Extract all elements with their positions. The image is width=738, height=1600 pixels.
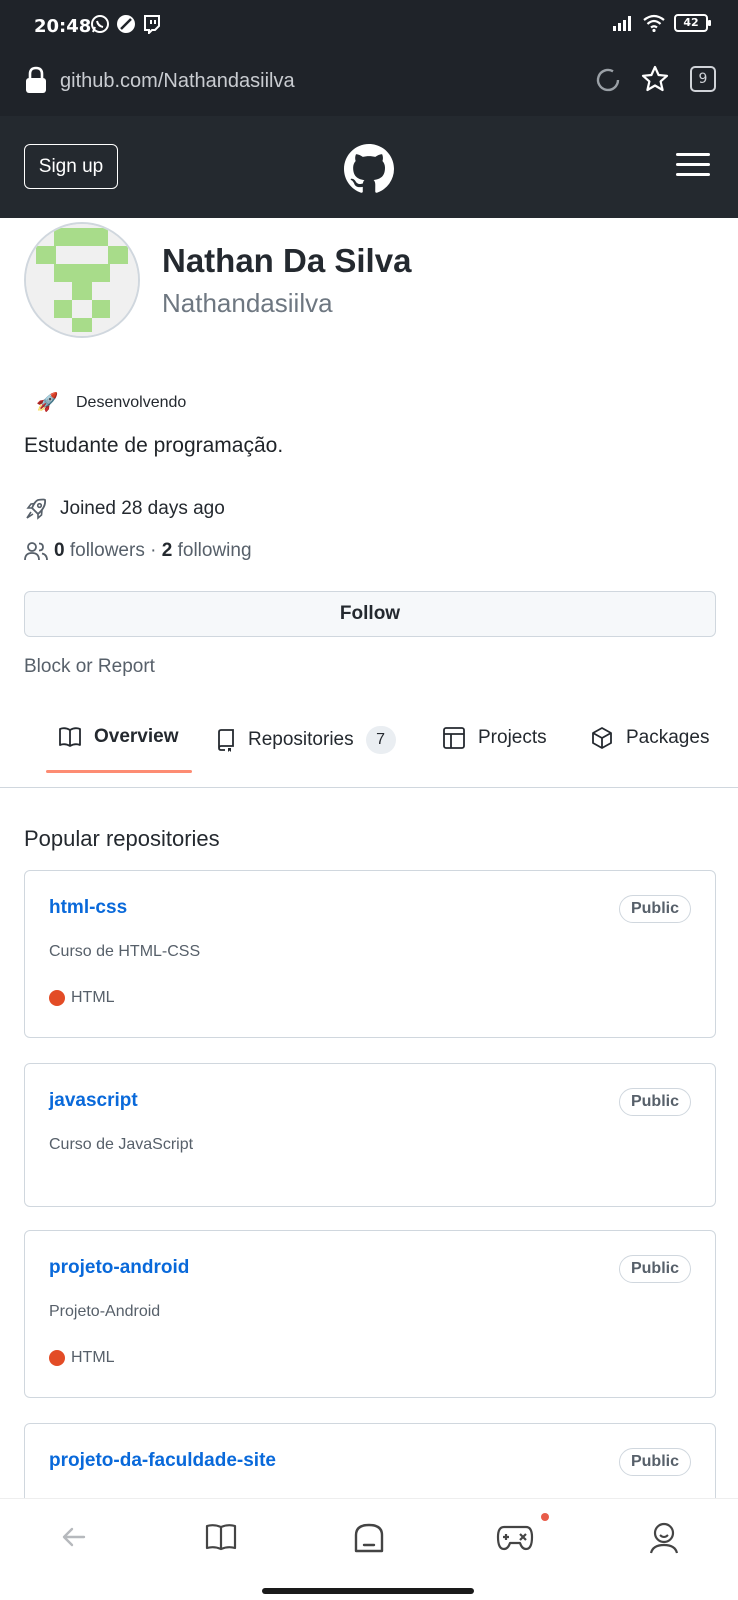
tab-projects-label: Projects — [478, 727, 547, 748]
visibility-badge: Public — [618, 895, 691, 923]
following-count[interactable]: 2 — [162, 540, 173, 562]
profile-bio: Estudante de programação. — [24, 434, 284, 457]
block-or-report-link[interactable]: Block or Report — [24, 656, 155, 678]
tab-overview[interactable]: Overview — [58, 726, 179, 748]
language-color-dot — [49, 1350, 65, 1366]
browser-url-bar: github.com/Nathandasiilva 9 — [0, 50, 738, 116]
gesture-home-bar[interactable] — [262, 1588, 474, 1594]
tab-packages-label: Packages — [626, 727, 710, 748]
url-text[interactable]: github.com/Nathandasiilva — [60, 70, 295, 93]
active-tab-indicator — [46, 770, 192, 773]
tab-packages[interactable]: Packages — [590, 726, 709, 750]
popular-repositories-heading: Popular repositories — [24, 826, 220, 851]
reload-icon[interactable] — [594, 66, 622, 94]
repo-description: Projeto-Android — [49, 1303, 161, 1320]
status-bar: 20:48 42 — [0, 0, 738, 50]
wifi-icon — [643, 14, 665, 32]
tab-overview-label: Overview — [94, 726, 179, 747]
follow-button[interactable]: Follow — [24, 591, 716, 637]
visibility-badge: Public — [618, 1448, 691, 1476]
language-label: HTML — [71, 989, 115, 1006]
lock-icon — [26, 66, 46, 93]
repo-card: html-css Public Curso de HTML-CSS HTML — [24, 870, 716, 1038]
profile-username: Nathandasiilva — [162, 288, 333, 318]
profile-full-name: Nathan Da Silva — [162, 242, 412, 279]
clock: 20:48 — [34, 16, 92, 37]
language-label: HTML — [71, 1349, 115, 1366]
whatsapp-icon — [91, 15, 109, 33]
hamburger-icon[interactable] — [676, 152, 710, 178]
tab-count-button[interactable]: 9 — [690, 66, 716, 92]
repo-card: projeto-android Public Projeto-Android H… — [24, 1230, 716, 1398]
people-icon — [24, 542, 48, 561]
tab-projects[interactable]: Projects — [442, 726, 547, 750]
gamepad-icon[interactable] — [496, 1521, 534, 1553]
repo-language: HTML — [49, 989, 115, 1007]
repo-icon — [218, 729, 234, 752]
repo-name-link[interactable]: html-css — [49, 897, 127, 919]
signal-icon — [613, 16, 631, 31]
repo-card: javascript Public Curso de JavaScript — [24, 1063, 716, 1207]
visibility-badge: Public — [618, 1255, 691, 1283]
repo-name-link[interactable]: projeto-android — [49, 1257, 189, 1279]
follow-stats: 0 followers · 2 following — [24, 540, 252, 562]
blocked-icon — [117, 15, 135, 33]
account-icon[interactable] — [648, 1521, 680, 1555]
table-icon — [443, 727, 465, 749]
home-icon[interactable] — [352, 1521, 386, 1555]
visibility-badge: Public — [618, 1088, 691, 1116]
repositories-count-badge: 7 — [365, 726, 396, 754]
user-status: 🚀 Desenvolvendo — [36, 392, 186, 413]
battery-indicator: 42 — [674, 14, 711, 32]
status-emoji: 🚀 — [36, 392, 59, 412]
tab-repositories[interactable]: Repositories 7 — [216, 726, 396, 754]
github-header: Sign up — [0, 116, 738, 218]
joined-date: Joined 28 days ago — [24, 497, 225, 521]
rocket-icon — [26, 498, 47, 520]
language-color-dot — [49, 990, 65, 1006]
joined-text: Joined 28 days ago — [60, 498, 225, 519]
repo-language: HTML — [49, 1349, 115, 1367]
following-label[interactable]: following — [178, 540, 252, 562]
follow-separator: · — [150, 540, 157, 561]
repo-description: Curso de JavaScript — [49, 1136, 194, 1153]
notification-dot — [541, 1513, 549, 1521]
profile-tabs: Overview Repositories 7 Projects Package… — [0, 700, 738, 788]
repo-name-link[interactable]: projeto-da-faculdade-site — [49, 1450, 276, 1472]
status-text: Desenvolvendo — [76, 393, 187, 411]
back-arrow-icon[interactable] — [58, 1521, 90, 1553]
sign-up-button[interactable]: Sign up — [24, 144, 118, 189]
book-icon — [59, 727, 81, 747]
twitch-icon — [144, 15, 160, 34]
package-icon — [592, 727, 612, 749]
tab-repositories-label: Repositories — [248, 729, 354, 750]
followers-label[interactable]: followers — [70, 540, 145, 562]
browser-bottom-nav — [0, 1498, 738, 1600]
book-open-icon[interactable] — [204, 1521, 238, 1553]
repo-description: Curso de HTML-CSS — [49, 943, 201, 960]
star-icon[interactable] — [640, 64, 670, 94]
avatar[interactable] — [24, 222, 140, 338]
repo-name-link[interactable]: javascript — [49, 1090, 138, 1112]
followers-count[interactable]: 0 — [54, 540, 65, 562]
github-logo[interactable] — [344, 144, 394, 194]
